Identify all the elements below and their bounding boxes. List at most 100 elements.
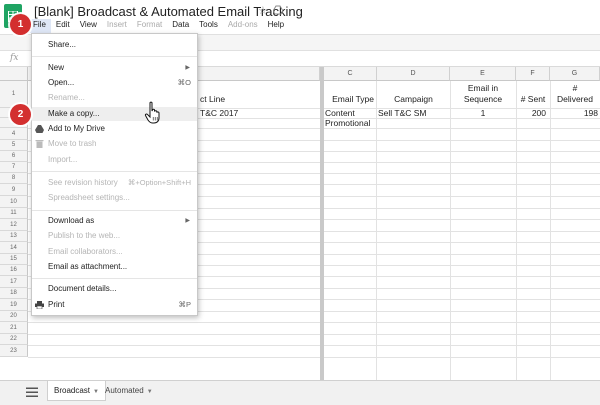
cell-g1-line2[interactable]: Delivered [550, 94, 600, 104]
menu-item-move-to-trash[interactable]: Move to trash [32, 137, 197, 151]
row-header[interactable]: 6 [0, 151, 28, 162]
grid-line [28, 357, 600, 358]
menu-item-print[interactable]: Print ⌘P [32, 298, 197, 312]
row-header[interactable]: 9 [0, 184, 28, 196]
menu-separator [32, 278, 197, 279]
row-header[interactable]: 8 [0, 173, 28, 184]
hand-cursor-icon [144, 101, 160, 124]
menu-item-email-collaborators[interactable]: Email collaborators... [32, 245, 197, 259]
menu-item-email-attachment[interactable]: Email as attachment... [32, 260, 197, 274]
menu-help[interactable]: Help [263, 19, 289, 33]
row-header[interactable]: 7 [0, 162, 28, 173]
tab-broadcast[interactable]: Broadcast ▼ [47, 381, 106, 401]
row-header[interactable]: 11 [0, 208, 28, 219]
cell-f1[interactable]: # Sent [516, 94, 550, 104]
row-header[interactable]: 14 [0, 242, 28, 254]
row-header[interactable]: 13 [0, 231, 28, 242]
cell-b2[interactable]: T&C 2017 [200, 108, 238, 118]
menu-item-label: Add to My Drive [48, 124, 105, 133]
menu-item-label: Import... [48, 155, 78, 164]
row-header[interactable]: 5 [0, 140, 28, 151]
menu-view[interactable]: View [75, 19, 102, 33]
cell-c2[interactable]: Content [325, 108, 355, 118]
menu-edit[interactable]: Edit [51, 19, 75, 33]
tab-automated[interactable]: Automated ▼ [99, 381, 159, 401]
star-icon[interactable]: ☆ [258, 4, 268, 17]
cell-f2[interactable]: 200 [516, 108, 546, 118]
menu-item-new[interactable]: New ▶ [32, 61, 197, 75]
cell-b1[interactable]: ct Line [200, 94, 225, 104]
cell-c3[interactable]: Promotional [325, 118, 370, 128]
menu-item-label: Email collaborators... [48, 247, 123, 256]
menu-insert[interactable]: Insert [102, 19, 132, 33]
grid-line [28, 334, 600, 335]
cell-d2[interactable]: Sell T&C SM [378, 108, 427, 118]
column-header-c[interactable]: C [324, 67, 377, 81]
select-all-corner[interactable] [0, 67, 28, 81]
cell-e1-line1[interactable]: Email in [450, 83, 516, 93]
menu-item-label: Move to trash [48, 139, 97, 148]
shortcut-label: ⌘O [177, 78, 191, 87]
cell-e1-line2[interactable]: Sequence [450, 94, 516, 104]
menu-format[interactable]: Format [132, 19, 167, 33]
row-header[interactable]: 23 [0, 345, 28, 357]
menu-item-label: Download as [48, 216, 95, 225]
menu-separator [32, 56, 197, 57]
drive-icon[interactable] [273, 5, 283, 15]
shortcut-label: ⌘+Option+Shift+H [127, 178, 191, 187]
menu-item-publish[interactable]: Publish to the web... [32, 229, 197, 243]
menu-tools[interactable]: Tools [194, 19, 223, 33]
row-header[interactable]: 16 [0, 265, 28, 276]
row-header[interactable]: 18 [0, 288, 28, 299]
menu-item-revision-history[interactable]: See revision history ⌘+Option+Shift+H [32, 176, 197, 190]
row-header[interactable]: 22 [0, 334, 28, 345]
chevron-down-icon[interactable]: ▼ [147, 389, 153, 395]
cell-d1[interactable]: Campaign [377, 94, 450, 104]
menu-item-import[interactable]: Import... [32, 153, 197, 167]
grid-line [28, 322, 600, 323]
cell-c1[interactable]: Email Type [324, 94, 374, 104]
menu-item-spreadsheet-settings[interactable]: Spreadsheet settings... [32, 191, 197, 205]
menu-item-download-as[interactable]: Download as ▶ [32, 214, 197, 228]
title-bar: [Blank] Broadcast & Automated Email Trac… [0, 0, 600, 34]
menu-item-label: Spreadsheet settings... [48, 193, 130, 202]
row-header[interactable]: 15 [0, 254, 28, 265]
menu-file[interactable]: File [28, 19, 51, 33]
menu-item-share[interactable]: Share... [32, 38, 197, 52]
menu-data[interactable]: Data [167, 19, 194, 33]
frozen-column-divider[interactable] [320, 67, 324, 380]
tab-automated-label: Automated [105, 386, 144, 395]
row-header[interactable]: 4 [0, 128, 28, 140]
trash-icon [35, 140, 44, 148]
row-header[interactable]: 10 [0, 196, 28, 208]
menu-item-add-to-drive[interactable]: Add to My Drive [32, 122, 197, 136]
row-header[interactable]: 12 [0, 219, 28, 231]
submenu-arrow-icon: ▶ [185, 218, 190, 224]
callout-badge-1: 1 [10, 14, 31, 35]
row-header[interactable]: 21 [0, 322, 28, 334]
grid-line [516, 81, 517, 380]
row-header[interactable]: 17 [0, 276, 28, 288]
all-sheets-icon[interactable] [26, 387, 38, 397]
grid-line [28, 345, 600, 346]
drive-icon [35, 125, 44, 133]
row-header[interactable]: 20 [0, 311, 28, 322]
menu-item-document-details[interactable]: Document details... [32, 282, 197, 296]
menu-addons[interactable]: Add-ons [223, 19, 263, 33]
menu-item-label: New [48, 63, 65, 72]
cell-g1-line1[interactable]: # [550, 83, 600, 93]
cell-e2[interactable]: 1 [450, 108, 516, 118]
cell-g2[interactable]: 198 [550, 108, 598, 118]
column-header-e[interactable]: E [450, 67, 516, 81]
menu-item-rename[interactable]: Rename... [32, 91, 197, 105]
column-header-f[interactable]: F [516, 67, 550, 81]
menu-item-open[interactable]: Open... ⌘O [32, 76, 197, 90]
column-header-d[interactable]: D [377, 67, 450, 81]
file-menu-dropdown: Share... New ▶ Open... ⌘O Rename... Make a… [31, 33, 198, 316]
menu-item-label: Publish to the web... [48, 231, 121, 240]
row-header[interactable]: 19 [0, 299, 28, 311]
menu-item-make-copy[interactable]: Make a copy... [32, 107, 197, 121]
fx-label: fx [10, 53, 19, 63]
column-header-g[interactable]: G [550, 67, 600, 81]
submenu-arrow-icon: ▶ [185, 65, 190, 71]
